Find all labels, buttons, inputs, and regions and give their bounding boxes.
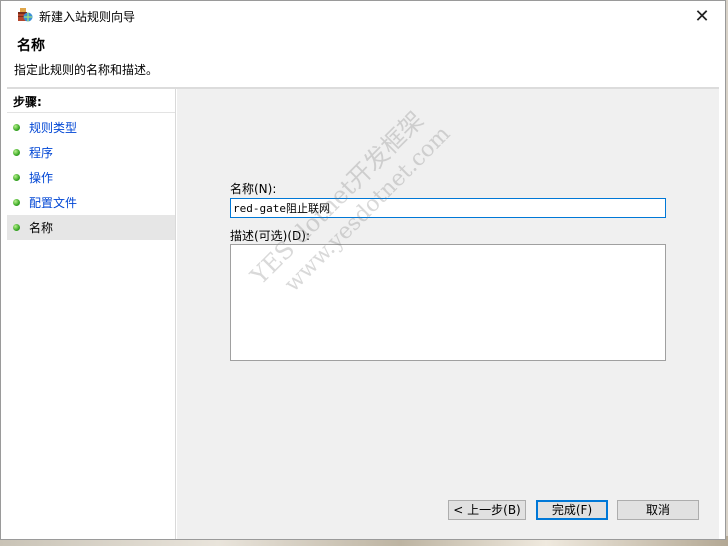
step-program[interactable]: 程序 — [7, 140, 175, 165]
close-button[interactable]: ✕ — [679, 1, 725, 31]
content-panel: 名称(N): 描述(可选)(D): < 上一步(B) 完成(F) 取消 — [177, 89, 719, 539]
step-rule-type[interactable]: 规则类型 — [7, 115, 175, 140]
step-label: 程序 — [29, 146, 54, 160]
step-label: 规则类型 — [29, 121, 78, 135]
step-name[interactable]: 名称 — [7, 215, 175, 240]
wizard-window: 新建入站规则向导 ✕ 名称 指定此规则的名称和描述。 步骤: 规则类型 程序 操… — [0, 0, 726, 540]
steps-divider — [7, 112, 175, 113]
firewall-app-icon — [17, 7, 33, 23]
window-title: 新建入站规则向导 — [39, 10, 136, 24]
step-label: 配置文件 — [29, 196, 78, 210]
description-label: 描述(可选)(D): — [230, 229, 311, 243]
step-bullet-icon — [13, 199, 20, 206]
description-textarea[interactable] — [230, 244, 666, 361]
step-bullet-icon — [13, 224, 20, 231]
back-button[interactable]: < 上一步(B) — [448, 500, 526, 520]
finish-button[interactable]: 完成(F) — [536, 500, 608, 520]
step-action[interactable]: 操作 — [7, 165, 175, 190]
cancel-button[interactable]: 取消 — [617, 500, 699, 520]
close-icon: ✕ — [694, 5, 710, 27]
step-label: 名称 — [29, 221, 54, 235]
wizard-header: 名称 指定此规则的名称和描述。 — [1, 31, 725, 87]
step-bullet-icon — [13, 124, 20, 131]
step-bullet-icon — [13, 174, 20, 181]
steps-title: 步骤: — [13, 95, 42, 109]
name-input[interactable] — [230, 198, 666, 218]
page-title: 名称 — [17, 38, 45, 54]
step-label: 操作 — [29, 171, 54, 185]
title-bar: 新建入站规则向导 ✕ — [1, 1, 725, 31]
name-label: 名称(N): — [230, 182, 277, 196]
step-profile[interactable]: 配置文件 — [7, 190, 175, 215]
step-bullet-icon — [13, 149, 20, 156]
steps-sidebar: 步骤: 规则类型 程序 操作 配置文件 名称 — [7, 89, 176, 539]
steps-list: 规则类型 程序 操作 配置文件 名称 — [7, 115, 175, 240]
page-description: 指定此规则的名称和描述。 — [14, 63, 159, 77]
